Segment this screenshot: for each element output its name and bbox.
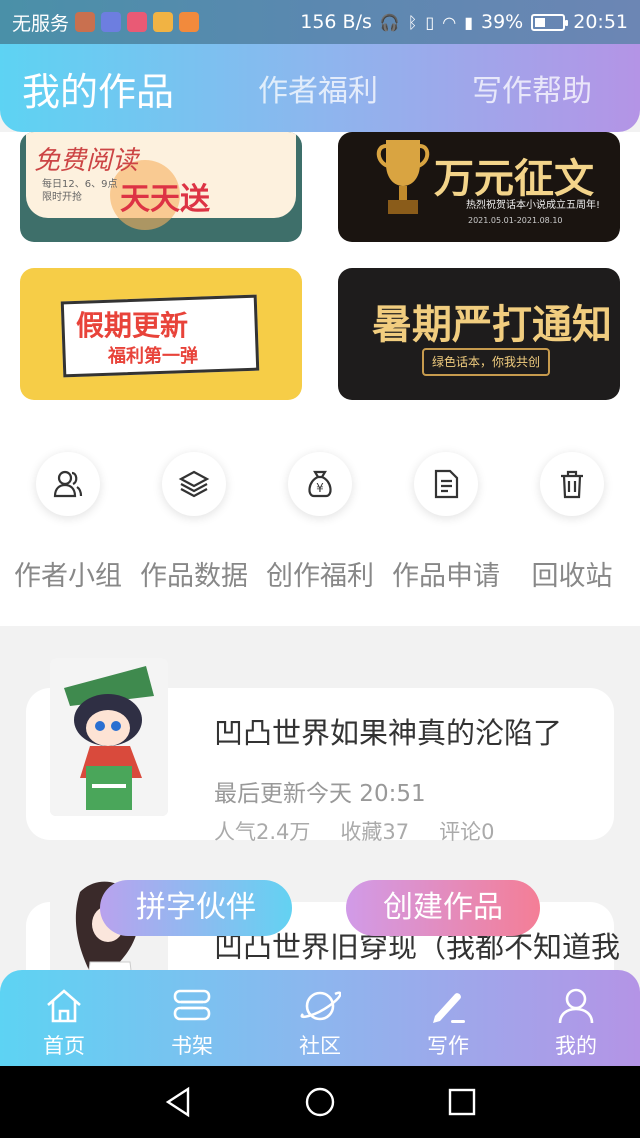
banner-date: 2021.05.01-2021.08.10 [468,216,563,225]
banner-highlight: 天天送 [120,182,210,217]
nav-label: 首页 [43,1034,85,1058]
battery-fill [535,17,546,27]
work-cover-image [50,658,168,816]
trash-icon [540,452,604,516]
video-app-icon [179,12,200,32]
shortcut-grid: 作者小组 作品数据 ¥ 创作福利 作品申请 回收站 [0,452,640,592]
shortcut-label: 作品申请 [392,561,500,592]
create-work-button[interactable]: 创建作品 [346,880,540,936]
home-button-icon[interactable] [302,1084,338,1120]
banner-subtitle: 绿色话本，你我共创 [422,348,550,376]
work-last-updated: 最后更新今天 20:51 [214,781,426,807]
banner-title: 假期更新 [76,309,189,342]
recents-icon[interactable] [444,1084,480,1120]
content-area: 免费阅读 每日12、6、9点 限时开抢 天天送 万元征文 热烈祝贺话本小说成立五… [0,132,640,970]
carrier-text: 无服务 [12,12,70,35]
status-bar: 无服务 156 B/s 🎧 ᛒ ▯ ◠ ▮ 39% 20:51 [0,0,640,44]
clock: 20:51 [573,11,628,33]
battery-percent: 39% [481,11,524,33]
nav-label: 社区 [299,1034,341,1058]
profile-icon [512,970,640,1026]
nav-label: 写作 [427,1034,469,1058]
banner-holiday-update[interactable]: 假期更新 福利第一弹 [20,268,302,400]
planet-icon [256,970,384,1026]
money-bag-icon: ¥ [288,452,352,516]
nav-bookshelf[interactable]: 书架 [128,970,256,1066]
bottom-nav: 首页 书架 社区 写作 我的 [0,970,640,1066]
banner-subtitle: 热烈祝贺话本小说成立五周年! [466,200,601,211]
layers-icon [162,452,226,516]
sim-icon: ▮ [464,12,473,32]
banner-subtitle: 每日12、6、9点 限时开抢 [42,179,118,203]
work-popularity: 人气2.4万 [214,820,311,844]
nav-label: 书架 [171,1034,213,1058]
pen-icon [384,970,512,1026]
vibrate-icon: ▯ [425,12,435,32]
top-tab-bar: 我的作品 作者福利 写作帮助 [0,44,640,132]
nav-write[interactable]: 写作 [384,970,512,1066]
shortcut-label: 回收站 [531,561,613,592]
shortcut-creation-benefits[interactable]: ¥ 创作福利 [256,452,384,593]
nav-me[interactable]: 我的 [512,970,640,1066]
shortcut-label: 作者小组 [14,561,122,592]
home-icon [0,970,128,1026]
work-stats: 人气2.4万 收藏37 评论0 [214,816,495,846]
banner-title: 暑期严打通知 [372,302,612,348]
bluetooth-icon: ᛒ [407,12,418,32]
shortcut-work-data[interactable]: 作品数据 [130,452,258,593]
users-icon [36,452,100,516]
document-icon [414,452,478,516]
typing-partner-button[interactable]: 拼字伙伴 [100,880,292,936]
tab-my-works[interactable]: 我的作品 [22,44,174,132]
work-comments: 评论0 [439,820,495,844]
headphones-icon: 🎧 [379,12,400,32]
bookshelf-icon [128,970,256,1026]
nav-community[interactable]: 社区 [256,970,384,1066]
app-notification-icon [75,12,96,32]
shortcut-recycle-bin[interactable]: 回收站 [508,452,636,593]
work-favorites: 收藏37 [340,820,410,844]
shortcut-author-group[interactable]: 作者小组 [4,452,132,593]
shortcut-work-application[interactable]: 作品申请 [382,452,510,593]
wifi-icon: ◠ [442,12,457,32]
banner-subtitle: 福利第一弹 [108,346,198,367]
app-notification-icon [127,12,148,32]
benefits-panel: 免费阅读 每日12、6、9点 限时开抢 天天送 万元征文 热烈祝贺话本小说成立五… [0,132,640,626]
nav-home[interactable]: 首页 [0,970,128,1066]
svg-text:¥: ¥ [316,481,324,495]
back-icon[interactable] [160,1084,196,1120]
banner-title: 免费阅读 [34,146,139,176]
work-card[interactable]: 凹凸世界如果神真的沦陷了 最后更新今天 20:51 人气2.4万 收藏37 评论… [26,658,614,844]
system-nav-bar [0,1066,640,1138]
anime-character-illustration [50,658,168,816]
network-speed: 156 B/s [300,11,372,33]
banner-summer-notice[interactable]: 暑期严打通知 绿色话本，你我共创 [338,268,620,400]
banner-free-reading[interactable]: 免费阅读 每日12、6、9点 限时开抢 天天送 [20,132,302,242]
shortcut-label: 作品数据 [140,561,248,592]
battery-icon [531,13,569,31]
tab-author-benefits[interactable]: 作者福利 [258,44,378,132]
music-app-icon [101,12,122,32]
nav-label: 我的 [555,1034,597,1058]
shortcut-label: 创作福利 [266,561,374,592]
trophy-icon [376,140,430,214]
tab-writing-help[interactable]: 写作帮助 [472,44,592,132]
app-notification-icon [153,12,174,32]
banner-essay-contest[interactable]: 万元征文 热烈祝贺话本小说成立五周年! 2021.05.01-2021.08.1… [338,132,620,242]
work-title: 凹凸世界如果神真的沦陷了 [214,716,563,750]
